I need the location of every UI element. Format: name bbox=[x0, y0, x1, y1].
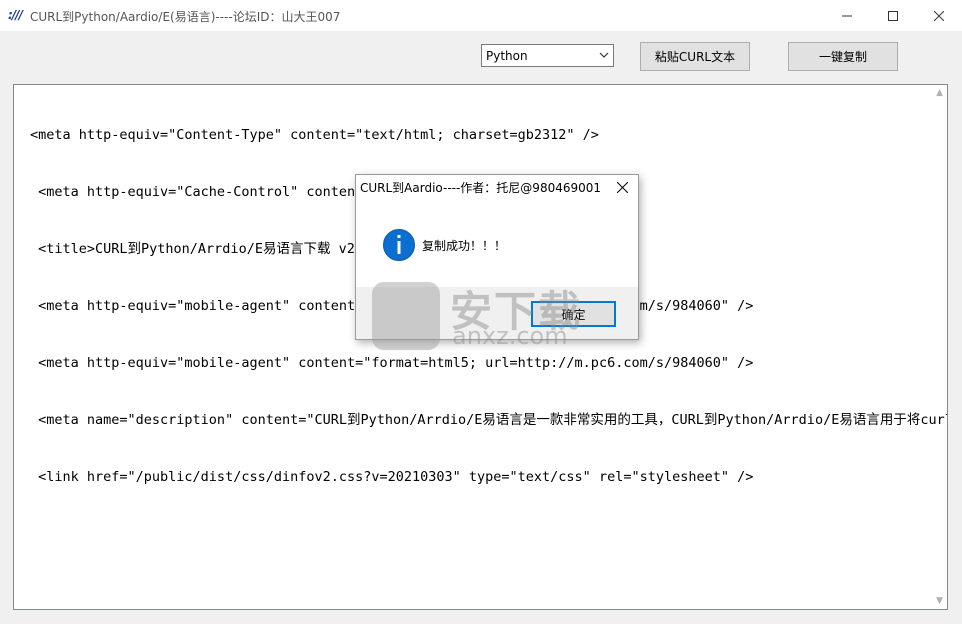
language-select[interactable]: Python bbox=[481, 44, 614, 67]
ok-button[interactable]: 确定 bbox=[531, 301, 616, 327]
close-icon bbox=[616, 181, 628, 193]
output-textarea[interactable]: <meta http-equiv="Content-Type" content=… bbox=[13, 84, 948, 610]
maximize-icon bbox=[888, 10, 898, 21]
code-line: <link href="/public/dist/css/dinfov2.css… bbox=[30, 469, 754, 485]
scroll-down-arrow[interactable]: ▼ bbox=[936, 596, 943, 606]
info-icon bbox=[383, 229, 415, 261]
dialog-title: CURL到Aardio----作者：托尼@980469001 bbox=[360, 181, 602, 195]
info-glyph bbox=[397, 235, 401, 254]
dialog-footer: 确定 bbox=[356, 287, 638, 339]
language-select-value: Python bbox=[486, 49, 528, 63]
title-bar: :/// CURL到Python/Aardio/E(易语言)----论坛ID：山… bbox=[0, 0, 962, 31]
message-dialog: CURL到Aardio----作者：托尼@980469001 复制成功！！！ 确… bbox=[355, 174, 639, 340]
minimize-button[interactable] bbox=[824, 0, 870, 31]
close-icon bbox=[934, 10, 944, 21]
minimize-icon bbox=[842, 15, 852, 16]
chevron-down-icon bbox=[599, 52, 609, 58]
maximize-button[interactable] bbox=[870, 0, 916, 31]
one-click-copy-button[interactable]: 一键复制 bbox=[788, 42, 898, 71]
window-title: CURL到Python/Aardio/E(易语言)----论坛ID：山大王007 bbox=[30, 10, 341, 24]
close-button[interactable] bbox=[916, 0, 962, 31]
code-line: <meta http-equiv="Content-Type" content=… bbox=[30, 127, 599, 143]
main-window: :/// CURL到Python/Aardio/E(易语言)----论坛ID：山… bbox=[0, 0, 962, 624]
app-logo-icon: :/// bbox=[8, 8, 23, 22]
dialog-message: 复制成功！！！ bbox=[422, 239, 507, 253]
dialog-close-button[interactable] bbox=[612, 177, 632, 197]
code-line: <meta name="description" content="CURL到P… bbox=[30, 412, 948, 428]
scroll-up-arrow[interactable]: ▲ bbox=[936, 88, 943, 98]
code-line: <meta http-equiv="mobile-agent" content=… bbox=[30, 355, 754, 371]
paste-curl-button[interactable]: 粘贴CURL文本 bbox=[640, 42, 750, 71]
